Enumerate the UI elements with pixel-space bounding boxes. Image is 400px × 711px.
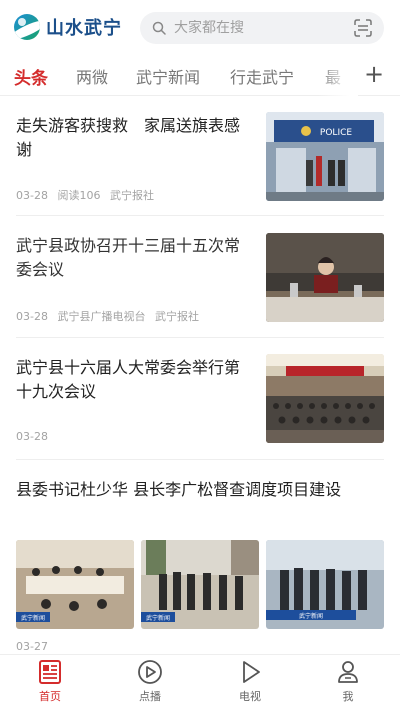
- officials-walking-photo: 武宁新闻: [141, 540, 259, 629]
- article-source: 武宁县广播电视台: [57, 310, 146, 323]
- tabbar-me[interactable]: 我: [318, 659, 378, 704]
- article-title: 武宁县政协召开十三届十五次常委会议: [16, 236, 241, 279]
- play-circle-icon: [138, 660, 162, 684]
- article-source-2: 武宁报社: [154, 310, 199, 323]
- app-header: 山水武宁: [0, 0, 400, 56]
- article-date: 03-28: [16, 430, 48, 443]
- tabbar-label: 点播: [139, 690, 161, 703]
- tab-headlines[interactable]: 头条: [14, 64, 48, 89]
- home-news-icon: [39, 660, 61, 684]
- scan-icon[interactable]: [354, 19, 372, 37]
- article-date: 03-28: [16, 189, 48, 202]
- article-meta: 03-27: [16, 640, 54, 653]
- svg-text:武宁新闻: 武宁新闻: [299, 612, 323, 620]
- svg-text:武宁新闻: 武宁新闻: [21, 614, 45, 622]
- tabbar-home[interactable]: 首页: [20, 659, 80, 704]
- app-logo[interactable]: 山水武宁: [14, 14, 122, 40]
- tab-walking-wuning[interactable]: 行走武宁: [230, 64, 294, 88]
- svg-text:武宁新闻: 武宁新闻: [146, 614, 170, 622]
- divider: [16, 337, 384, 338]
- article-title: 走失游客获搜救 家属送旗表感谢: [16, 116, 241, 159]
- svg-text:POLICE: POLICE: [320, 128, 352, 138]
- divider: [16, 215, 384, 216]
- conference-speaker-photo: [266, 233, 384, 322]
- article-date: 03-27: [16, 640, 48, 653]
- tabbar-tv[interactable]: 电视: [220, 659, 280, 704]
- bottom-tab-bar: 首页 点播 电视 我: [0, 654, 400, 711]
- tabbar-label: 首页: [39, 690, 61, 703]
- article-meta: 03-28: [16, 430, 54, 443]
- article-date: 03-28: [16, 310, 48, 323]
- police-station-photo: POLICE: [266, 112, 384, 201]
- article-meta: 03-28 阅读106 武宁报社: [16, 187, 160, 203]
- article-meta: 03-28 武宁县广播电视台 武宁报社: [16, 308, 205, 324]
- divider: [16, 459, 384, 460]
- tab-weibo-wechat[interactable]: 两微: [76, 64, 108, 88]
- channel-tabs: 头条 两微 武宁新闻 行走武宁 最 +: [0, 56, 400, 96]
- tab-fade: [318, 56, 358, 96]
- tabbar-vod[interactable]: 点播: [120, 659, 180, 704]
- tab-wuning-news[interactable]: 武宁新闻: [136, 64, 200, 88]
- add-channel-icon[interactable]: +: [362, 60, 386, 88]
- article-source: 武宁报社: [109, 189, 154, 202]
- search-icon: [152, 21, 166, 35]
- meeting-table-photo: 武宁新闻: [16, 540, 134, 629]
- tabbar-label: 我: [342, 690, 354, 703]
- search-input[interactable]: [174, 20, 354, 36]
- article-reads: 阅读106: [57, 189, 101, 202]
- site-inspection-photo: 武宁新闻: [266, 540, 384, 629]
- article-title: 县委书记杜少华 县长李广松督查调度项目建设: [16, 480, 342, 499]
- logo-mark-icon: [14, 14, 40, 40]
- user-icon: [338, 661, 358, 683]
- app-name: 山水武宁: [46, 18, 122, 39]
- play-triangle-icon: [243, 661, 260, 683]
- article-title: 武宁县十六届人大常委会举行第十九次会议: [16, 358, 241, 401]
- search-bar[interactable]: [140, 12, 384, 44]
- tabbar-label: 电视: [239, 690, 261, 703]
- meeting-hall-photo: [266, 354, 384, 443]
